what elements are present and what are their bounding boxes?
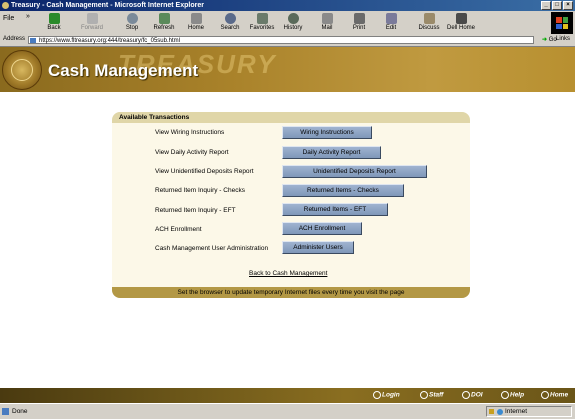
row-label-unidentified: View Unidentified Deposits Report [155,168,254,175]
links-button[interactable]: Links [556,36,570,42]
history-button[interactable]: History [277,12,309,34]
go-arrow-icon: ➜ [542,37,548,43]
search-button[interactable]: Search [214,12,246,34]
returned-items-eft-button[interactable]: Returned Items - EFT [282,203,388,216]
home-icon [541,391,549,399]
favorites-button[interactable]: Favorites [246,12,278,34]
menu-file[interactable]: File [3,15,14,22]
page-icon [30,38,36,43]
ie-icon [2,2,9,9]
dell-home-button[interactable]: Dell Home [445,12,477,34]
row-label-user-admin: Cash Management User Administration [155,245,269,252]
window-title: Treasury - Cash Management - Microsoft I… [11,2,204,9]
refresh-button[interactable]: Refresh [148,12,180,34]
footer-doi-link[interactable]: DOI [462,391,483,399]
address-bar: Address https://www.fltreasury.org:444/t… [0,35,575,47]
search-icon [224,13,236,24]
returned-items-checks-button[interactable]: Returned Items - Checks [282,184,404,197]
forward-arrow-icon [86,13,98,24]
back-to-cash-management-link[interactable]: Back to Cash Management [249,270,327,277]
footer-login-link[interactable]: Login [373,391,400,399]
maximize-button[interactable]: □ [552,1,562,10]
status-text: Done [12,408,28,415]
home-icon [190,13,202,24]
panel-footer-note: Set the browser to update temporary Inte… [112,287,470,298]
footer-help-link[interactable]: Help [501,391,524,399]
go-button[interactable]: ➜ Go [542,36,557,43]
close-button[interactable]: × [563,1,573,10]
back-button[interactable]: Back [38,12,70,34]
globe-icon [497,409,503,415]
mail-icon [321,13,333,24]
discuss-icon [423,13,435,24]
minimize-button[interactable]: _ [541,1,551,10]
discuss-button[interactable]: Discuss [413,12,445,34]
address-label: Address [3,36,26,42]
favorites-icon [256,13,268,24]
help-icon [501,391,509,399]
page-header: TREASURY Cash Management [0,47,575,92]
unidentified-deposits-report-button[interactable]: Unidentified Deposits Report [282,165,427,178]
ach-enrollment-button[interactable]: ACH Enrollment [282,222,362,235]
page-done-icon [2,408,9,415]
lock-icon [489,409,494,414]
treasury-seal-icon [2,50,42,90]
footer-staff-link[interactable]: Staff [420,391,443,399]
panel-heading: Available Transactions [112,112,470,123]
refresh-icon [158,13,170,24]
status-bar: Done Internet [0,403,575,419]
doi-icon [462,391,470,399]
row-label-daily: View Daily Activity Report [155,149,229,156]
footer-home-link[interactable]: Home [541,391,568,399]
address-url: https://www.fltreasury.org:444/treasury/… [39,38,180,44]
print-icon [353,13,365,24]
daily-activity-report-button[interactable]: Daily Activity Report [282,146,381,159]
browser-toolbar: File » Back Forward Stop Refresh Home Se… [0,11,575,36]
login-icon [373,391,381,399]
row-label-eft: Returned Item Inquiry - EFT [155,207,236,214]
wiring-instructions-button[interactable]: Wiring Instructions [282,126,372,139]
page-title: Cash Management [48,61,199,80]
staff-icon [420,391,428,399]
edit-icon [385,13,397,24]
security-zone: Internet [486,406,572,417]
history-icon [287,13,299,24]
mail-button[interactable]: Mail [311,12,343,34]
edit-button[interactable]: Edit [375,12,407,34]
row-label-ach: ACH Enrollment [155,226,202,233]
home-button[interactable]: Home [180,12,212,34]
dell-home-icon [455,13,467,24]
menu-overflow[interactable]: » [26,13,30,20]
stop-icon [126,13,138,24]
back-arrow-icon [48,13,60,24]
windows-logo-icon [551,12,573,34]
row-label-wiring: View Wiring Instructions [155,129,225,136]
administer-users-button[interactable]: Administer Users [282,241,354,254]
zone-label: Internet [505,408,528,415]
stop-button[interactable]: Stop [116,12,148,34]
forward-button[interactable]: Forward [76,12,108,34]
row-label-checks: Returned Item Inquiry - Checks [155,187,245,194]
print-button[interactable]: Print [343,12,375,34]
window-title-bar: Treasury - Cash Management - Microsoft I… [0,0,575,11]
address-input[interactable]: https://www.fltreasury.org:444/treasury/… [28,36,534,44]
footer-nav-bar: Login Staff DOI Help Home [0,388,575,403]
